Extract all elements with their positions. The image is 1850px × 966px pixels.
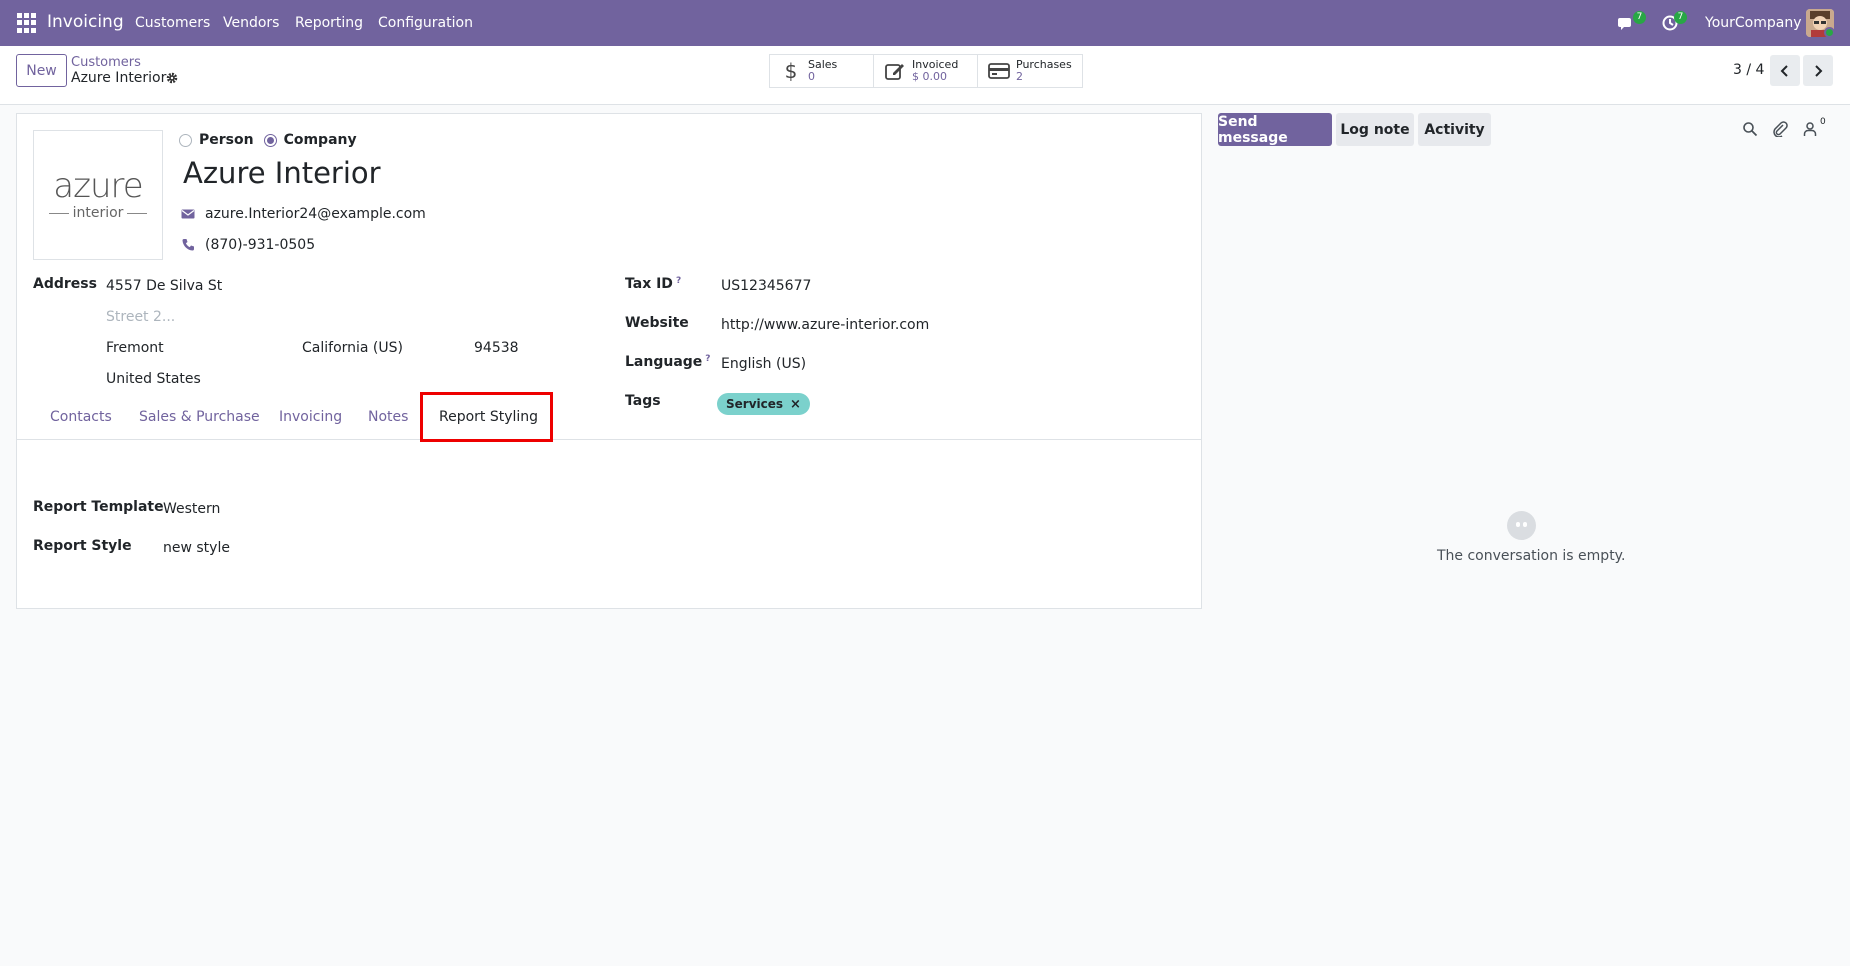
smart-button-invoiced[interactable]: Invoiced $ 0.00: [874, 55, 978, 87]
logo-subtitle: interior: [45, 205, 152, 221]
tab-invoicing[interactable]: Invoicing: [279, 409, 342, 425]
company-logo[interactable]: azure interior: [33, 130, 163, 260]
edit-icon: [885, 64, 904, 80]
pager-next-button[interactable]: [1803, 55, 1833, 86]
follower-count: 0: [1820, 117, 1826, 127]
empty-conversation-icon: [1507, 511, 1536, 540]
search-icon[interactable]: [1742, 121, 1758, 137]
website-field[interactable]: http://www.azure-interior.com: [721, 317, 929, 333]
pager-value[interactable]: 3 / 4: [1733, 62, 1764, 78]
chevron-right-icon: [1815, 64, 1823, 77]
smart-button-value: 0: [808, 70, 815, 83]
smart-button-purchases[interactable]: Purchases 2: [978, 55, 1082, 87]
radio-person[interactable]: [179, 133, 192, 147]
state-field[interactable]: California (US): [302, 340, 403, 356]
control-panel: New Customers Azure Interior $ Sales 0 I…: [0, 46, 1850, 105]
activities-badge: 7: [1674, 11, 1687, 24]
form-sheet: azure interior Person Company Azure Inte…: [16, 113, 1202, 609]
logo-text-main: azure: [53, 166, 143, 206]
smart-buttons: $ Sales 0 Invoiced $ 0.00 Purchases 2: [769, 54, 1083, 88]
logo-text-sub: interior: [72, 205, 124, 221]
smart-button-value: 2: [1016, 70, 1023, 83]
gear-icon[interactable]: [165, 71, 179, 85]
menu-configuration[interactable]: Configuration: [378, 15, 473, 31]
smart-button-sales[interactable]: $ Sales 0: [770, 55, 874, 87]
messages-badge: 7: [1633, 11, 1646, 24]
log-note-button[interactable]: Log note: [1336, 113, 1414, 146]
email-row: azure.Interior24@example.com: [181, 206, 426, 222]
city-field[interactable]: Fremont: [106, 340, 164, 356]
credit-card-icon: [988, 63, 1010, 79]
partner-name-field[interactable]: Azure Interior: [183, 156, 381, 190]
help-icon[interactable]: ?: [676, 276, 681, 286]
tab-sales-purchase[interactable]: Sales & Purchase: [139, 409, 260, 425]
help-icon[interactable]: ?: [705, 354, 710, 364]
empty-conversation-text: The conversation is empty.: [1437, 548, 1626, 564]
app-name[interactable]: Invoicing: [47, 12, 124, 32]
report-template-label: Report Template: [33, 499, 164, 515]
tax-id-label: Tax ID?: [625, 276, 682, 292]
radio-company[interactable]: [263, 133, 277, 147]
svg-text:$: $: [785, 60, 798, 82]
radio-person-label[interactable]: Person: [199, 132, 254, 148]
menu-reporting[interactable]: Reporting: [295, 15, 363, 31]
street-field[interactable]: 4557 De Silva St: [106, 278, 222, 294]
activity-button[interactable]: Activity: [1418, 113, 1491, 146]
phone-field[interactable]: (870)-931-0505: [205, 237, 315, 253]
send-message-button[interactable]: Send message: [1218, 113, 1332, 146]
smart-button-value: $ 0.00: [912, 70, 947, 83]
phone-icon: [182, 239, 194, 251]
menu-customers[interactable]: Customers: [135, 15, 210, 31]
dollar-icon: $: [785, 60, 798, 82]
paperclip-icon[interactable]: [1772, 121, 1788, 137]
tab-notes[interactable]: Notes: [368, 409, 408, 425]
language-field[interactable]: English (US): [721, 356, 806, 372]
followers-icon[interactable]: [1802, 121, 1818, 137]
language-label: Language?: [625, 354, 711, 370]
company-type-radio: Person Company: [179, 132, 367, 148]
phone-row: (870)-931-0505: [181, 237, 315, 253]
country-field[interactable]: United States: [106, 371, 201, 387]
pager-previous-button[interactable]: [1770, 55, 1800, 86]
company-switcher[interactable]: YourCompany: [1705, 15, 1802, 31]
zip-field[interactable]: 94538: [474, 340, 519, 356]
tab-highlight-box: [420, 392, 553, 442]
smart-button-label: Purchases: [1016, 58, 1072, 71]
radio-company-label[interactable]: Company: [284, 132, 357, 148]
notebook-tabs: Contacts Sales & Purchase Invoicing Note…: [17, 392, 1201, 442]
street2-field[interactable]: Street 2...: [106, 309, 175, 325]
envelope-icon: [181, 209, 195, 219]
menu-vendors[interactable]: Vendors: [223, 15, 279, 31]
online-status-dot: [1824, 27, 1835, 38]
address-label: Address: [33, 276, 97, 292]
tab-contacts[interactable]: Contacts: [50, 409, 112, 425]
breadcrumb-customers[interactable]: Customers: [71, 55, 141, 70]
email-field[interactable]: azure.Interior24@example.com: [205, 206, 426, 222]
report-style-field[interactable]: new style: [163, 540, 230, 556]
report-style-label: Report Style: [33, 538, 132, 554]
tax-id-field[interactable]: US12345677: [721, 278, 811, 294]
new-button[interactable]: New: [16, 54, 67, 87]
report-template-field[interactable]: Western: [163, 501, 220, 517]
breadcrumb-current: Azure Interior: [71, 70, 167, 86]
chevron-left-icon: [1780, 64, 1788, 77]
top-navbar: Invoicing Customers Vendors Reporting Co…: [0, 0, 1850, 46]
apps-menu-icon[interactable]: [17, 13, 37, 33]
website-label: Website: [625, 315, 689, 331]
